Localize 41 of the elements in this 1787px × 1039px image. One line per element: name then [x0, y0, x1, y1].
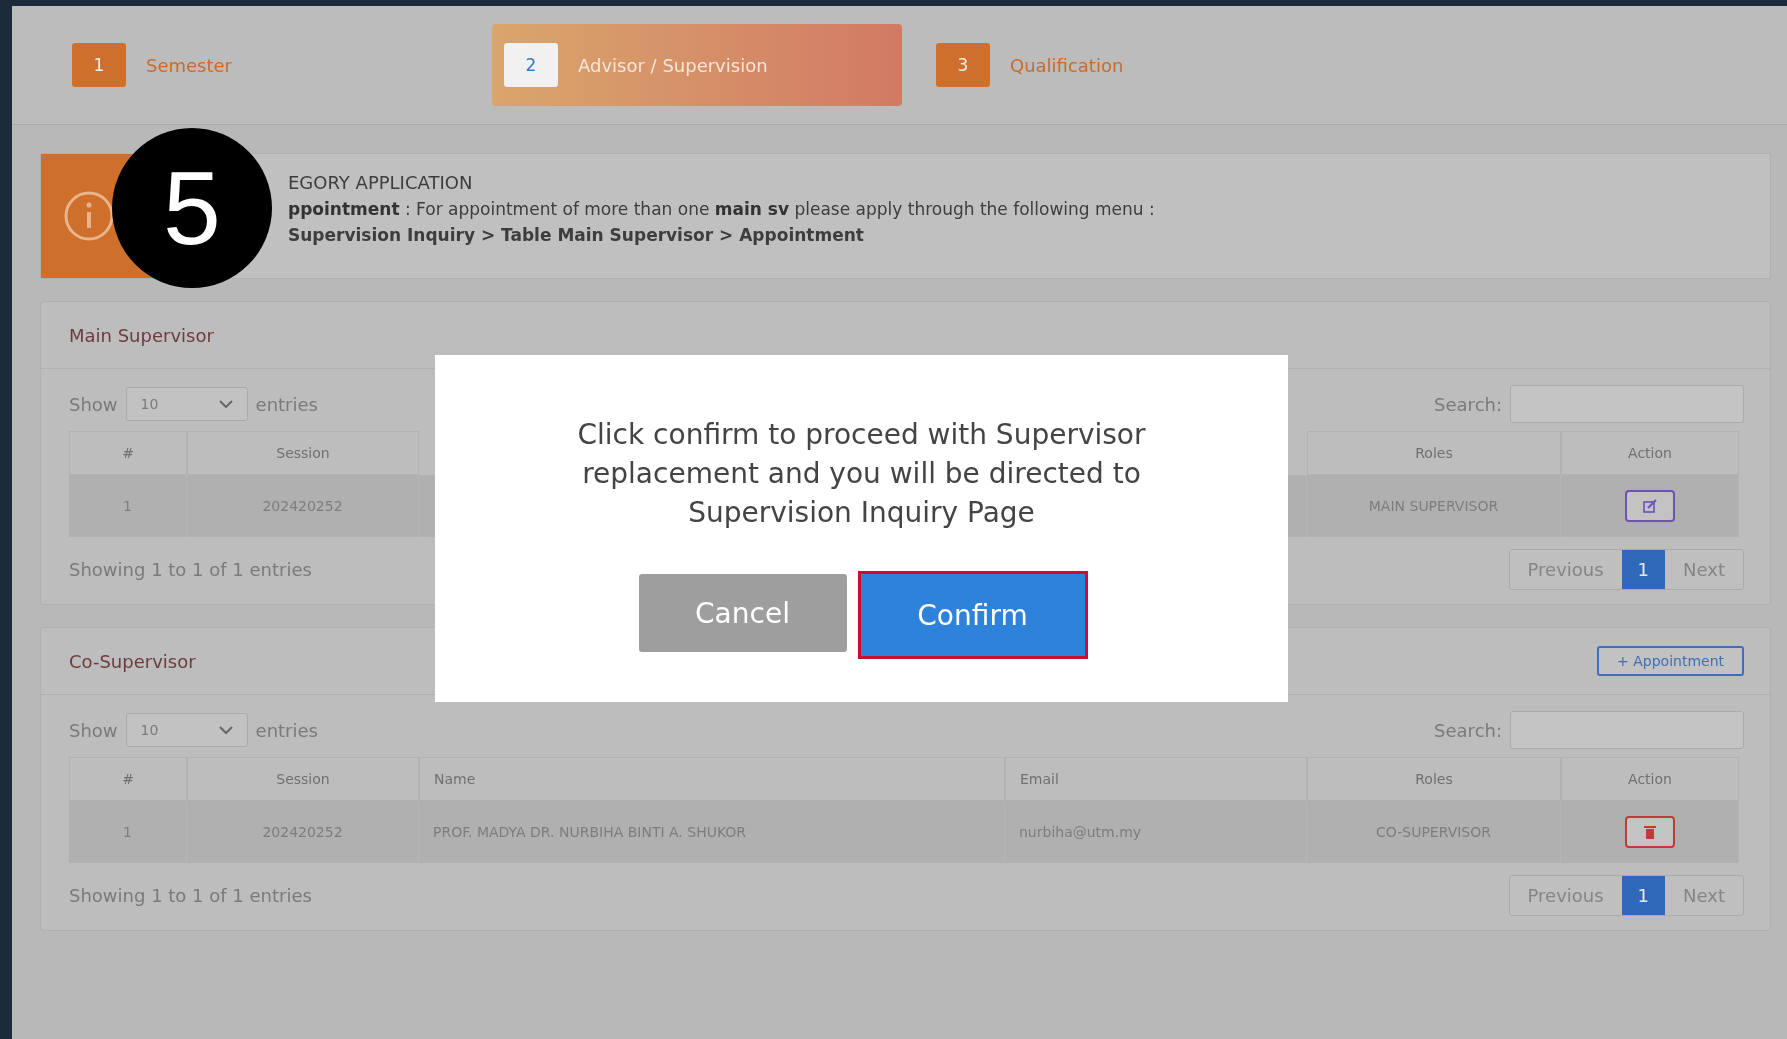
step-number: 1	[72, 43, 126, 87]
step-label: Advisor / Supervision	[578, 54, 768, 76]
confirm-button[interactable]: Confirm	[860, 574, 1085, 656]
entries-summary: Showing 1 to 1 of 1 entries	[69, 885, 312, 906]
page-size-select[interactable]: 10	[125, 387, 248, 421]
notice-title: EGORY APPLICATION	[288, 172, 474, 193]
panel-title: Main Supervisor	[69, 324, 214, 346]
step-marker: 5	[112, 128, 272, 288]
column-header[interactable]: Action	[1561, 757, 1739, 801]
step-number: 2	[504, 43, 558, 87]
column-header[interactable]: #	[69, 757, 187, 801]
page-size-select[interactable]: 10	[125, 713, 248, 747]
column-header[interactable]: #	[69, 431, 187, 475]
column-header[interactable]: Roles	[1307, 757, 1561, 801]
step-tab[interactable]: 2 Advisor / Supervision	[492, 24, 902, 106]
step-tab[interactable]: 1 Semester	[60, 24, 470, 106]
search-label: Search:	[1434, 393, 1502, 415]
step-label: Qualification	[1010, 54, 1124, 76]
show-label: Show	[69, 719, 118, 741]
entries-summary: Showing 1 to 1 of 1 entries	[69, 559, 312, 580]
step-label: Semester	[146, 54, 233, 76]
column-header[interactable]: Session	[187, 757, 419, 801]
dialog-message: Click confirm to proceed with Supervisor replacement and you will be directed to Supervision Inquiry Page	[576, 417, 1147, 531]
pagination-button[interactable]: 1	[1621, 876, 1666, 915]
panel-title: Co-Supervisor	[69, 650, 196, 672]
search-label: Search:	[1434, 719, 1502, 741]
column-header[interactable]: Email	[1005, 757, 1307, 801]
pagination-button[interactable]: 1	[1621, 550, 1666, 589]
step-number: 3	[936, 43, 990, 87]
step-tab[interactable]: 3 Qualification	[924, 24, 1334, 106]
menu-path: Supervision Inquiry > Table Main Supervisor > Appointment	[288, 225, 865, 245]
entries-label: entries	[255, 393, 318, 415]
notice-text: ppointment : For appointment of more than one main sv please apply through the following menu :	[288, 199, 1155, 219]
column-header[interactable]: Session	[187, 431, 419, 475]
appointment-button[interactable]: + Appointment	[1597, 646, 1744, 676]
show-label: Show	[69, 393, 118, 415]
column-header[interactable]: Roles	[1307, 431, 1561, 475]
entries-label: entries	[255, 719, 318, 741]
cancel-button[interactable]: Cancel	[638, 574, 847, 652]
column-header[interactable]: Name	[419, 757, 1005, 801]
column-header[interactable]: Action	[1561, 431, 1739, 475]
